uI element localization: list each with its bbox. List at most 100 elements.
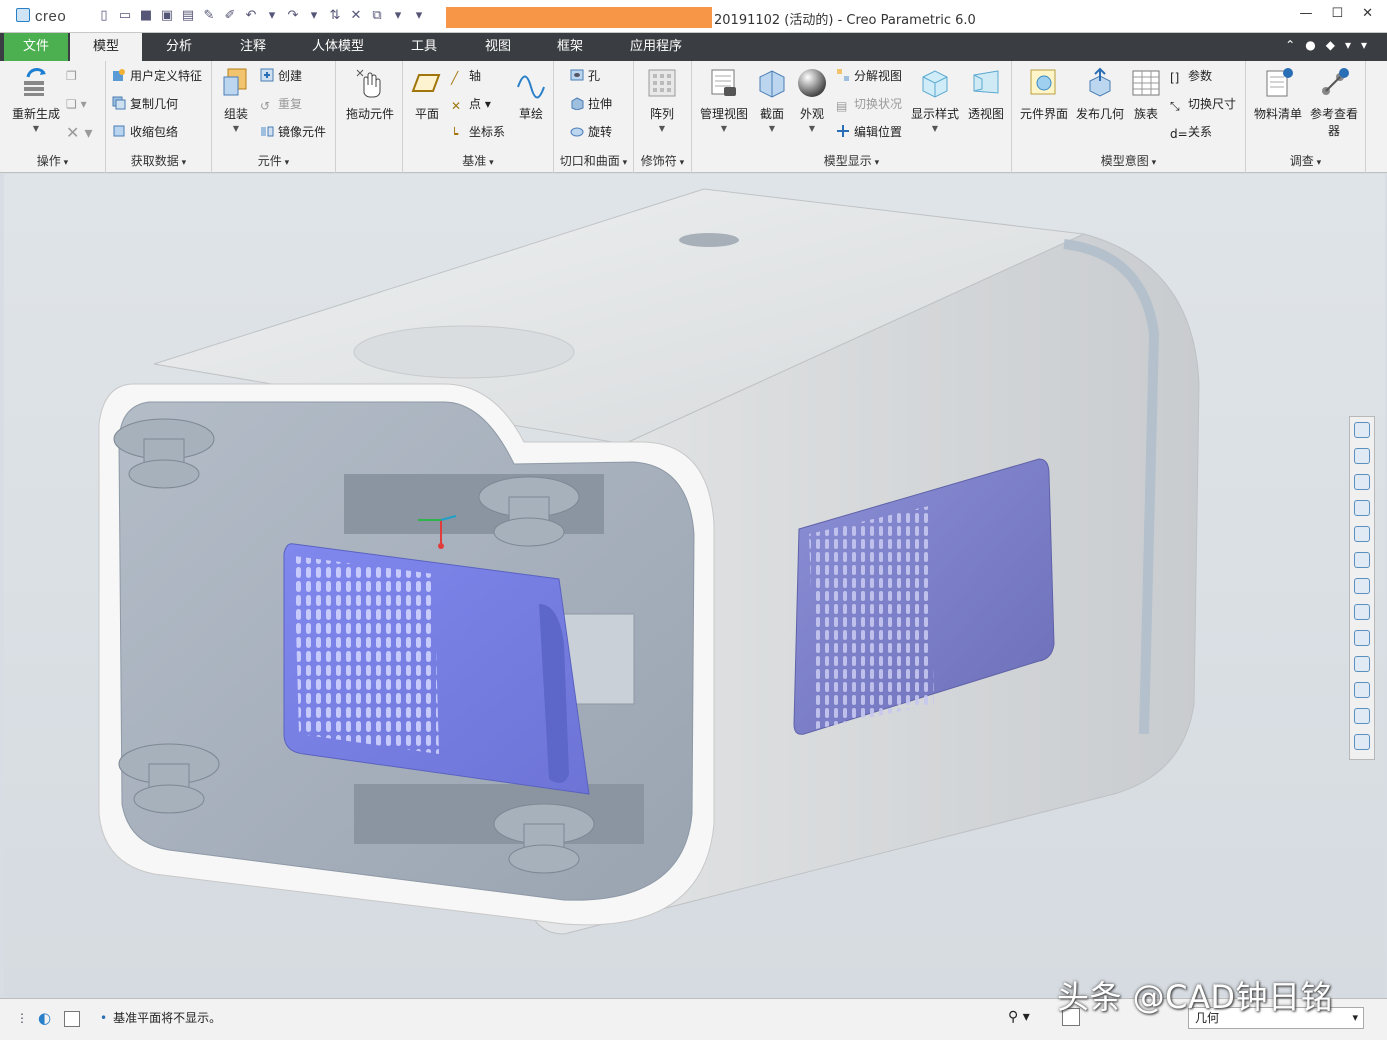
group-label-model-display[interactable]: 模型显示 bbox=[692, 152, 1011, 169]
layers-icon[interactable] bbox=[1354, 708, 1370, 724]
plane-button[interactable]: 平面 bbox=[407, 67, 447, 122]
copy-geometry-button[interactable]: 复制几何 bbox=[112, 95, 178, 112]
regenerate-small-icon[interactable]: ⇅ bbox=[327, 8, 343, 24]
save-icon[interactable]: ■ bbox=[138, 8, 154, 24]
sketch-button[interactable]: 草绘 bbox=[511, 67, 551, 122]
tab-applications[interactable]: 应用程序 bbox=[614, 33, 698, 61]
toggle-status-button[interactable]: ▤ 切换状况 bbox=[836, 95, 902, 113]
save-copy-icon[interactable]: ▣ bbox=[159, 8, 175, 24]
regenerate-dropdown-icon[interactable]: ▼ bbox=[8, 124, 64, 133]
section-dropdown-icon[interactable]: ▼ bbox=[754, 124, 790, 133]
tab-view[interactable]: 视图 bbox=[468, 33, 528, 61]
section-button[interactable]: 截面 ▼ bbox=[754, 67, 790, 133]
tab-model[interactable]: 模型 bbox=[70, 33, 142, 61]
group-label-model-intent[interactable]: 模型意图 bbox=[1012, 152, 1245, 169]
edit-icon[interactable]: ✎ bbox=[201, 8, 217, 24]
model-3d-view[interactable] bbox=[4, 174, 1385, 997]
perspective-view-button[interactable]: 透视图 bbox=[964, 67, 1008, 122]
group-label-investigate[interactable]: 调查 bbox=[1246, 152, 1365, 169]
pattern-button[interactable]: 阵列 ▼ bbox=[642, 67, 682, 133]
family-table-button[interactable]: 族表 bbox=[1128, 67, 1164, 122]
close-icon[interactable]: ✕ bbox=[1362, 6, 1373, 21]
point-button[interactable]: ✕ 点 ▾ bbox=[451, 95, 491, 113]
reference-viewer-button[interactable]: 参考查看 器 bbox=[1306, 67, 1362, 139]
tab-annotate[interactable]: 注释 bbox=[222, 33, 284, 61]
mirror-component-button[interactable]: 镜像元件 bbox=[260, 123, 326, 140]
copy-icon[interactable]: ❐ bbox=[66, 69, 77, 83]
parameters-button[interactable]: [] 参数 bbox=[1170, 67, 1212, 85]
drag-components-button[interactable]: 拖动元件 bbox=[340, 67, 400, 122]
assemble-dropdown-icon[interactable]: ▼ bbox=[216, 124, 256, 133]
refit-icon[interactable] bbox=[1354, 422, 1370, 438]
redo-dropdown-icon[interactable]: ▾ bbox=[306, 8, 322, 24]
help-icon[interactable]: ◆ bbox=[1326, 38, 1335, 52]
manage-views-button[interactable]: 管理视图 ▼ bbox=[696, 67, 752, 133]
exploded-view-button[interactable]: 分解视图 bbox=[836, 67, 902, 84]
revolve-button[interactable]: 旋转 bbox=[570, 123, 612, 140]
group-label-modifiers[interactable]: 修饰符 bbox=[634, 152, 691, 169]
datum-display-icon[interactable] bbox=[1354, 682, 1370, 698]
coord-sys-button[interactable]: ┕ 坐标系 bbox=[451, 123, 505, 141]
close-window-icon[interactable]: ✕ bbox=[348, 8, 364, 24]
group-label-cut-surface[interactable]: 切口和曲面 bbox=[554, 152, 633, 169]
delete-icon[interactable]: ✕ ▾ bbox=[66, 123, 93, 142]
windows-icon[interactable]: ⧉ bbox=[369, 8, 385, 24]
tab-manikin[interactable]: 人体模型 bbox=[298, 33, 378, 61]
tab-analysis[interactable]: 分析 bbox=[148, 33, 210, 61]
shrinkwrap-button[interactable]: 收缩包络 bbox=[112, 123, 178, 140]
repaint-icon[interactable] bbox=[1354, 500, 1370, 516]
model-tree-icon[interactable] bbox=[1354, 734, 1370, 750]
create-button[interactable]: 创建 bbox=[260, 67, 302, 84]
appearance-dropdown-icon[interactable]: ▼ bbox=[794, 124, 830, 133]
redo-icon[interactable]: ↷ bbox=[285, 8, 301, 24]
open-file-icon[interactable]: ▭ bbox=[117, 8, 133, 24]
axis-button[interactable]: ╱ 轴 bbox=[451, 67, 481, 85]
component-interface-button[interactable]: 元件界面 bbox=[1016, 67, 1072, 122]
paste-icon[interactable]: ❏ ▾ bbox=[66, 97, 87, 111]
print-icon[interactable]: ▤ bbox=[180, 8, 196, 24]
hole-button[interactable]: 孔 bbox=[570, 67, 600, 84]
windows-dropdown-icon[interactable]: ▾ bbox=[390, 8, 406, 24]
undo-dropdown-icon[interactable]: ▾ bbox=[264, 8, 280, 24]
switch-dimensions-button[interactable]: ⤡ 切换尺寸 bbox=[1170, 95, 1236, 113]
spin-center-icon[interactable] bbox=[1354, 630, 1370, 646]
assemble-button[interactable]: 组装 ▼ bbox=[216, 67, 256, 133]
find-icon[interactable]: ⚲ ▾ bbox=[1008, 1009, 1030, 1025]
zoom-in-icon[interactable] bbox=[1354, 448, 1370, 464]
zoom-out-icon[interactable] bbox=[1354, 474, 1370, 490]
collapse-ribbon-icon[interactable]: ⌃ bbox=[1285, 38, 1295, 52]
perspective-toggle-icon[interactable] bbox=[1354, 604, 1370, 620]
display-style-view-icon[interactable] bbox=[1354, 526, 1370, 542]
tab-tools[interactable]: 工具 bbox=[394, 33, 454, 61]
maximize-icon[interactable]: ☐ bbox=[1331, 6, 1343, 21]
help-dropdown-icon[interactable]: ▾ bbox=[1345, 38, 1351, 52]
regenerate-button[interactable]: 重新生成 ▼ bbox=[8, 67, 64, 133]
group-label-datum[interactable]: 基准 bbox=[403, 152, 553, 169]
undo-icon[interactable]: ↶ bbox=[243, 8, 259, 24]
extrude-button[interactable]: 拉伸 bbox=[570, 95, 612, 112]
publish-geometry-button[interactable]: 发布几何 bbox=[1072, 67, 1128, 122]
user-defined-feature-button[interactable]: 用户定义特征 bbox=[112, 67, 202, 84]
bill-of-materials-button[interactable]: 物料清单 bbox=[1250, 67, 1306, 122]
more-icon[interactable]: ▾ bbox=[1361, 38, 1367, 52]
group-label-get-data[interactable]: 获取数据 bbox=[106, 152, 211, 169]
group-label-operations[interactable]: 操作 bbox=[0, 152, 105, 169]
user-icon[interactable]: ● bbox=[1305, 38, 1315, 52]
tree-toggle-icon[interactable]: ⋮ bbox=[16, 1011, 28, 1025]
customize-qat-icon[interactable]: ▾ bbox=[411, 8, 427, 24]
annotation-display-icon[interactable] bbox=[1354, 656, 1370, 672]
pattern-dropdown-icon[interactable]: ▼ bbox=[642, 124, 682, 133]
new-file-icon[interactable]: ▯ bbox=[96, 8, 112, 24]
display-style-dropdown-icon[interactable]: ▼ bbox=[910, 124, 960, 133]
view-manager-icon[interactable] bbox=[1354, 578, 1370, 594]
tab-file[interactable]: 文件 bbox=[4, 33, 68, 61]
relations-button[interactable]: d=关系 bbox=[1170, 123, 1212, 141]
saved-orientations-icon[interactable] bbox=[1354, 552, 1370, 568]
manage-views-dropdown-icon[interactable]: ▼ bbox=[696, 124, 752, 133]
group-label-components[interactable]: 元件 bbox=[212, 152, 335, 169]
edit-position-button[interactable]: 编辑位置 bbox=[836, 123, 902, 140]
minimize-icon[interactable]: — bbox=[1299, 6, 1312, 21]
display-style-button[interactable]: 显示样式 ▼ bbox=[910, 67, 960, 133]
tab-framework[interactable]: 框架 bbox=[540, 33, 600, 61]
brush-icon[interactable]: ✐ bbox=[222, 8, 238, 24]
